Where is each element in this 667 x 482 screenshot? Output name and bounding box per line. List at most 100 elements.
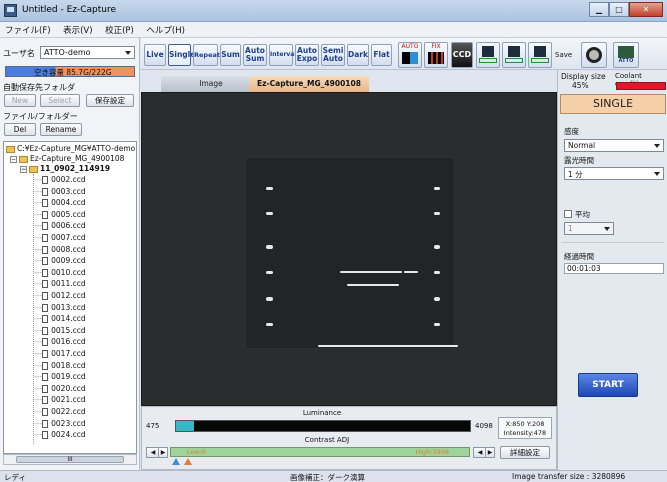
file-icon xyxy=(42,419,49,428)
contrast-slider[interactable]: Low:0 High:3998 xyxy=(170,447,470,457)
atto-logo-icon[interactable]: ATTO xyxy=(613,42,639,68)
file-name: 0009.ccd xyxy=(51,256,86,266)
save-all-icon[interactable] xyxy=(528,42,552,68)
exposure-select[interactable]: 1 分 xyxy=(564,167,664,180)
tree-sub-folder[interactable]: −11_0902_114919 xyxy=(20,164,110,173)
minimize-button[interactable]: ▁ xyxy=(589,2,609,17)
file-name: 0018.ccd xyxy=(51,360,86,370)
display-size-label: Display size xyxy=(561,72,606,81)
single-button[interactable]: Single xyxy=(168,44,195,66)
tree-file-item[interactable]: --- 0015.ccd xyxy=(34,326,86,335)
file-name: 0007.ccd xyxy=(51,233,86,242)
save-ccd-icon[interactable] xyxy=(476,42,500,68)
start-button[interactable]: START xyxy=(578,373,638,397)
tree-file-item[interactable]: --- 0008.ccd xyxy=(34,245,86,254)
interval-button[interactable]: Interval xyxy=(269,44,296,66)
gel-image xyxy=(246,158,454,348)
menu-calibrate[interactable]: 校正(P) xyxy=(100,22,139,36)
tree-file-item[interactable]: --- 0018.ccd xyxy=(34,361,86,370)
tree-file-item[interactable]: --- 0023.ccd xyxy=(34,419,86,428)
image-viewer[interactable] xyxy=(141,92,557,406)
fix-button[interactable]: FIX xyxy=(424,42,448,68)
select-button[interactable]: Select xyxy=(40,94,80,107)
tree-file-item[interactable]: --- 0014.ccd xyxy=(34,314,86,324)
repeat-button[interactable]: Repeat xyxy=(193,44,220,66)
tree-file-item[interactable]: --- 0003.ccd xyxy=(34,187,86,196)
tree-file-item[interactable]: --- 0012.ccd xyxy=(34,291,86,300)
tree-file-item[interactable]: --- 0022.ccd xyxy=(34,407,86,416)
save-label: Save xyxy=(555,51,573,59)
flat-button[interactable]: Flat xyxy=(371,44,392,66)
average-checkbox[interactable] xyxy=(564,210,572,218)
capacity-text: 空き容量 85.7G/222G xyxy=(34,68,112,77)
camera-settings-icon[interactable] xyxy=(581,42,607,68)
tree-file-item[interactable]: --- 0006.ccd xyxy=(34,221,86,231)
file-icon xyxy=(42,431,49,440)
tree-file-item[interactable]: --- 0009.ccd xyxy=(34,256,86,266)
scrollbar-thumb[interactable]: III xyxy=(16,456,124,463)
tree-file-item[interactable]: --- 0004.ccd xyxy=(34,198,86,208)
contrast-high-right-button[interactable]: ▶ xyxy=(485,447,495,458)
luminance-panel: Luminance 475 4098 X:850 Y:208 Intensity… xyxy=(141,406,557,470)
sensitivity-select[interactable]: Normal xyxy=(564,139,664,152)
tree-file-item[interactable]: --- 0010.ccd xyxy=(34,268,86,277)
menu-help[interactable]: ヘルプ(H) xyxy=(141,22,190,36)
tab-image[interactable]: Image xyxy=(161,76,261,92)
luminance-max: 4098 xyxy=(475,422,493,430)
collapse-icon[interactable]: − xyxy=(10,155,17,163)
close-button[interactable]: ✕ xyxy=(629,2,663,17)
auto-expo-button[interactable]: Auto Expo xyxy=(295,44,319,66)
maximize-button[interactable]: □ xyxy=(609,2,629,17)
tree-file-item[interactable]: --- 0011.ccd xyxy=(34,279,86,289)
menu-view[interactable]: 表示(V) xyxy=(58,22,97,36)
chevron-down-icon xyxy=(604,227,610,231)
contrast-low-right-button[interactable]: ▶ xyxy=(158,447,168,458)
auto-button[interactable]: AUTO xyxy=(398,42,422,68)
tree-horizontal-scrollbar[interactable]: III xyxy=(3,454,137,465)
ccd-button[interactable]: CCD xyxy=(451,42,473,68)
gel-band xyxy=(266,323,273,326)
tree-file-item[interactable]: --- 0007.ccd xyxy=(34,233,86,242)
new-button[interactable]: New xyxy=(4,94,36,107)
detail-settings-button[interactable]: 詳細設定 xyxy=(500,446,550,459)
tree-file-item[interactable]: --- 0016.ccd xyxy=(34,337,86,347)
tree-root[interactable]: C:¥Ez-Capture_MG¥ATTO-demo xyxy=(6,144,135,153)
file-name: 0019.ccd xyxy=(51,372,86,382)
tree-file-item[interactable]: --- 0021.ccd xyxy=(34,395,86,405)
gel-band xyxy=(434,297,440,301)
tree-child-folder[interactable]: − Ez-Capture_MG_4900108 xyxy=(10,154,124,163)
gel-band xyxy=(434,271,440,274)
file-name: 0015.ccd xyxy=(51,325,86,335)
high-marker-handle[interactable] xyxy=(184,458,192,465)
fix-histogram-icon xyxy=(428,52,444,64)
auto-sum-button[interactable]: Auto Sum xyxy=(243,44,267,66)
low-marker-handle[interactable] xyxy=(172,458,180,465)
chevron-down-icon xyxy=(654,144,660,148)
file-name: 0004.ccd xyxy=(51,198,86,208)
dark-button[interactable]: Dark xyxy=(347,44,369,66)
collapse-icon[interactable]: − xyxy=(20,165,27,173)
menu-file[interactable]: ファイル(F) xyxy=(0,22,56,36)
save-settings-button[interactable]: 保存設定 xyxy=(86,94,134,107)
tab-file[interactable]: Ez-Capture_MG_4900108 xyxy=(249,76,369,92)
tree-file-item[interactable]: --- 0017.ccd xyxy=(34,349,86,358)
tree-file-item[interactable]: --- 0019.ccd xyxy=(34,372,86,382)
file-name: 0023.ccd xyxy=(51,418,86,428)
live-button[interactable]: Live xyxy=(144,44,166,66)
file-name: 0002.ccd xyxy=(51,175,86,184)
average-select[interactable]: 1 xyxy=(564,222,614,235)
user-select[interactable]: ATTO-demo xyxy=(40,46,135,59)
rename-button[interactable]: Rename xyxy=(40,123,82,136)
delete-button[interactable]: Del xyxy=(4,123,36,136)
tree-file-item[interactable]: --- 0013.ccd xyxy=(34,303,86,312)
file-name: 0024.ccd xyxy=(51,430,86,440)
sum-button[interactable]: Sum xyxy=(220,44,241,66)
tree-file-item[interactable]: --- 0020.ccd xyxy=(34,384,86,393)
tree-file-item[interactable]: --- 0024.ccd xyxy=(34,430,86,440)
semi-auto-button[interactable]: Semi Auto xyxy=(321,44,345,66)
tree-file-item[interactable]: --- 0002.ccd xyxy=(34,175,86,184)
file-tree[interactable]: C:¥Ez-Capture_MG¥ATTO-demo − Ez-Capture_M… xyxy=(3,141,137,454)
save-image-icon[interactable] xyxy=(502,42,526,68)
file-name: 0006.ccd xyxy=(51,221,86,231)
tree-file-item[interactable]: --- 0005.ccd xyxy=(34,210,86,219)
